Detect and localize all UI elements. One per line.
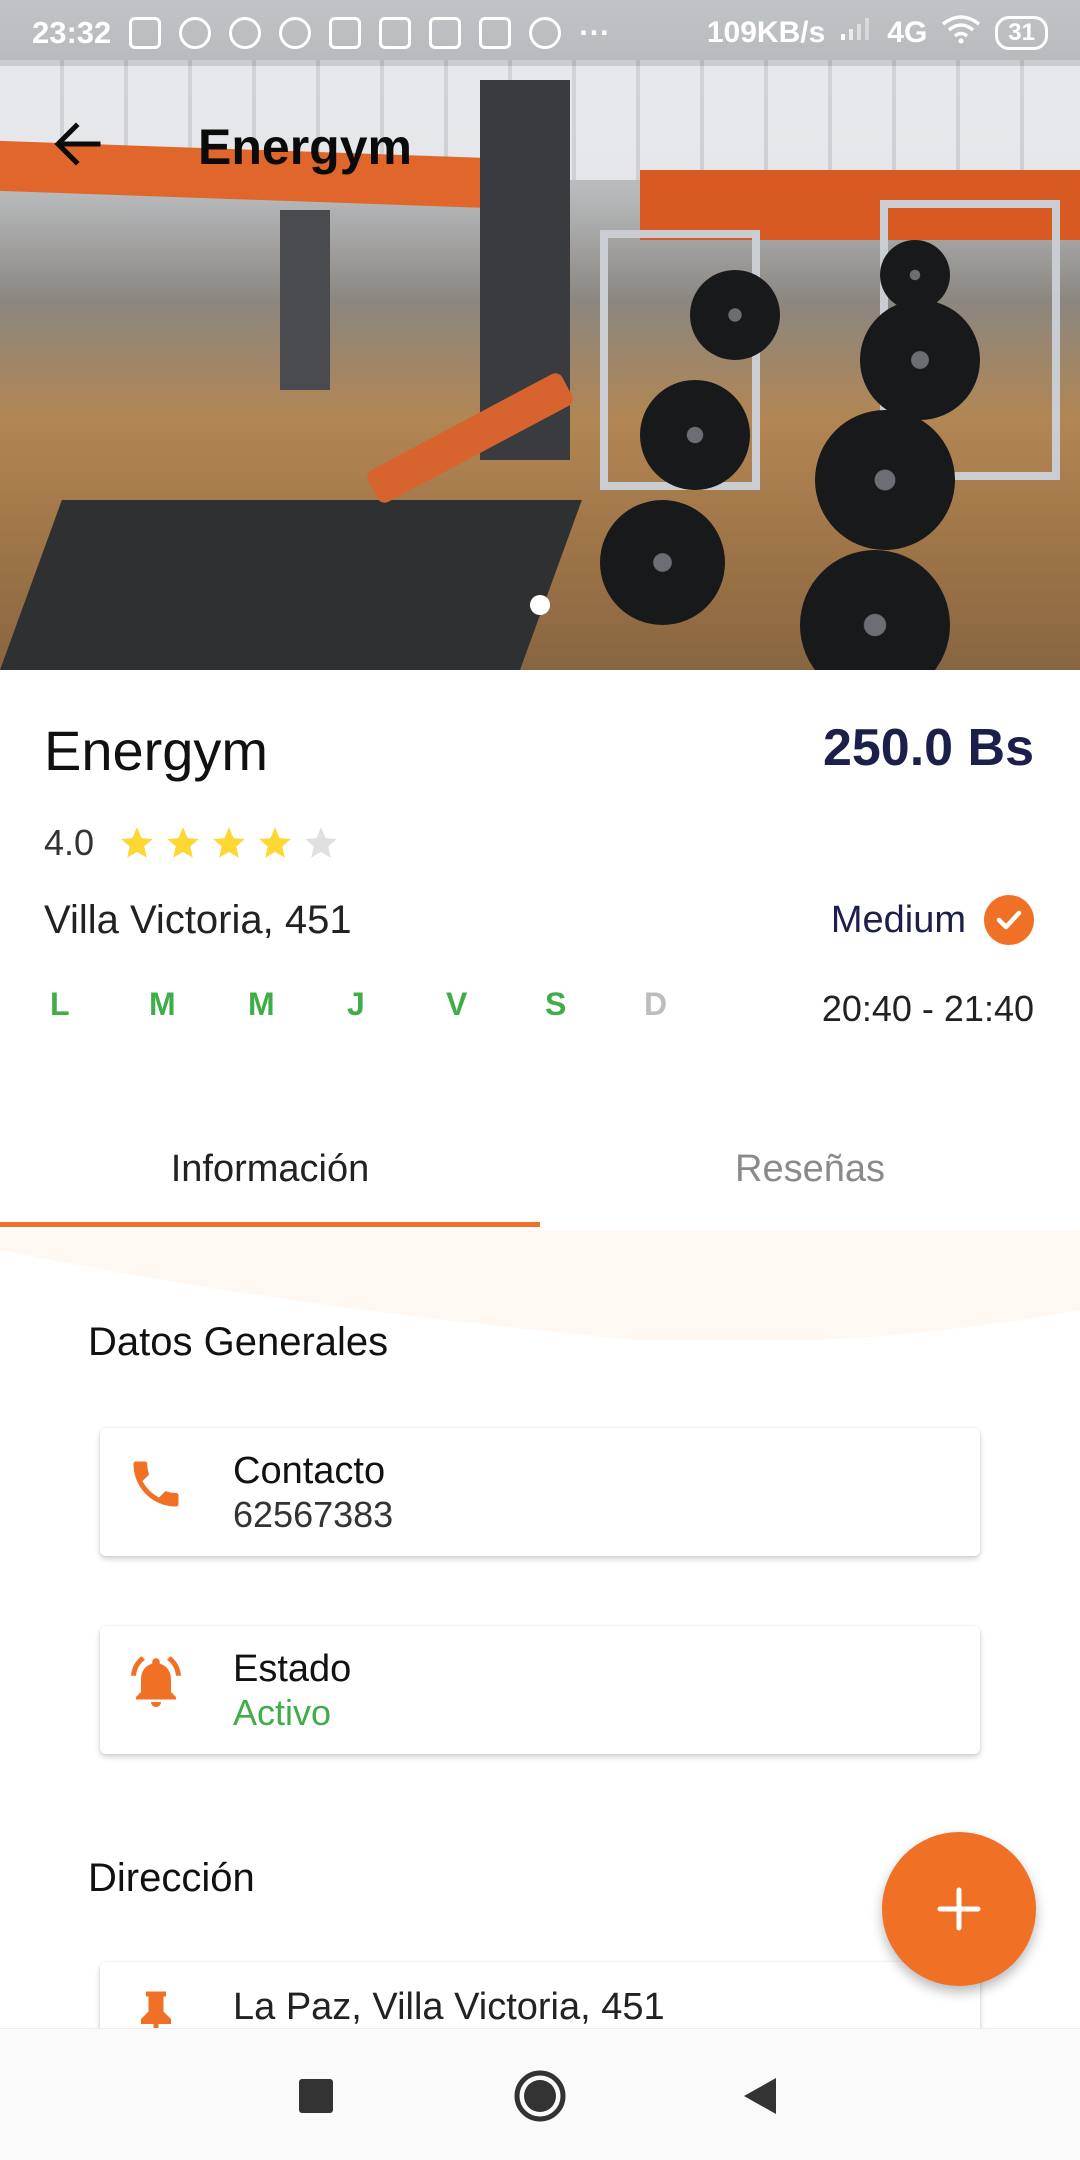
photo-weight-plate <box>880 240 950 310</box>
photo-weight-plate <box>640 380 750 490</box>
status-time: 23:32 <box>32 15 112 50</box>
phone-icon <box>126 1454 186 1514</box>
gym-location: Villa Victoria, 451 <box>44 898 352 942</box>
schedule-day: L <box>50 986 70 1022</box>
contact-card[interactable]: Contacto 62567383 <box>100 1428 980 1556</box>
more-notifications-icon: ··· <box>579 15 611 50</box>
schedule-hours: 20:40 - 21:40 <box>821 988 1034 1029</box>
photo-weight-plate <box>815 410 955 550</box>
battery-icon: 31 <box>995 16 1048 50</box>
system-nav-bar <box>0 2028 1080 2160</box>
section-title-address: Dirección <box>88 1856 255 1900</box>
pinterest-icon <box>279 17 312 49</box>
home-circle-icon <box>514 2070 566 2122</box>
tab-informacion[interactable]: Información <box>0 1110 540 1228</box>
status-value: Activo <box>233 1692 332 1733</box>
bell-icon <box>126 1652 186 1712</box>
photo-weight-plate <box>860 300 980 420</box>
app-notification-icon <box>529 17 562 49</box>
schedule-day: M <box>248 986 275 1022</box>
app-bar: Energym <box>0 110 1080 180</box>
rating-value: 4.0 <box>44 822 95 863</box>
schedule-days: LMMJVSD <box>50 986 743 1023</box>
photo-weight-plate <box>600 500 725 625</box>
notification-icons: ··· <box>129 15 610 51</box>
square-icon <box>299 2079 333 2113</box>
tab-bar: Información Reseñas <box>0 1110 1080 1228</box>
plus-icon <box>937 1887 981 1931</box>
back-button[interactable] <box>725 2061 795 2131</box>
back-arrow-icon[interactable] <box>50 116 106 172</box>
gym-photo-carousel[interactable] <box>0 0 1080 670</box>
tab-indicator <box>0 1222 540 1227</box>
level-row: Medium <box>831 895 1034 945</box>
add-fab-button[interactable] <box>882 1832 1036 1986</box>
network-type: 4G <box>887 16 928 49</box>
download-icon <box>129 17 162 49</box>
contact-title: Contacto <box>233 1450 386 1492</box>
youtube-icon <box>329 17 362 49</box>
photo-floor-mat <box>0 500 582 670</box>
star-filled-icon <box>121 827 153 858</box>
recents-button[interactable] <box>281 2061 351 2131</box>
level-label: Medium <box>830 898 966 941</box>
star-filled-icon <box>213 827 245 858</box>
schedule-day: M <box>149 986 176 1022</box>
status-card: Estado Activo <box>100 1626 980 1754</box>
photo-weight-plate <box>800 550 950 670</box>
contact-phone: 62567383 <box>233 1494 394 1535</box>
star-filled-icon <box>259 827 291 858</box>
status-title: Estado <box>233 1648 352 1690</box>
rating-row: 4.0 <box>44 822 340 864</box>
section-title-general: Datos Generales <box>88 1320 389 1364</box>
wifi-icon <box>941 14 981 52</box>
status-bar: 23:32 ··· 109KB/s 4G 31 <box>0 0 1080 66</box>
address-text: La Paz, Villa Victoria, 451 <box>233 1986 665 2028</box>
mail-icon <box>479 17 512 49</box>
schedule-day: D <box>644 986 668 1022</box>
star-filled-icon <box>167 827 199 858</box>
page-title: Energym <box>198 119 412 175</box>
triangle-back-icon <box>744 2078 776 2114</box>
home-button[interactable] <box>505 2061 575 2131</box>
network-speed: 109KB/s <box>706 16 826 49</box>
telegram-icon <box>229 17 262 49</box>
schedule-day: V <box>446 986 468 1022</box>
instagram-icon <box>429 17 462 49</box>
apps-icon <box>379 17 412 49</box>
facebook-icon <box>179 17 212 49</box>
star-empty-icon <box>305 827 337 858</box>
gym-price: 250.0 Bs <box>822 719 1034 777</box>
signal-icon <box>839 16 873 50</box>
gym-name: Energym <box>44 719 269 782</box>
photo-pillar-small <box>280 210 330 390</box>
star-rating <box>118 824 340 862</box>
schedule-day: S <box>545 986 567 1022</box>
tab-resenas[interactable]: Reseñas <box>540 1110 1080 1228</box>
photo-weight-plate <box>690 270 780 360</box>
check-circle-icon <box>984 895 1034 945</box>
schedule-day: J <box>347 986 365 1022</box>
carousel-indicator-dot[interactable] <box>530 595 550 615</box>
